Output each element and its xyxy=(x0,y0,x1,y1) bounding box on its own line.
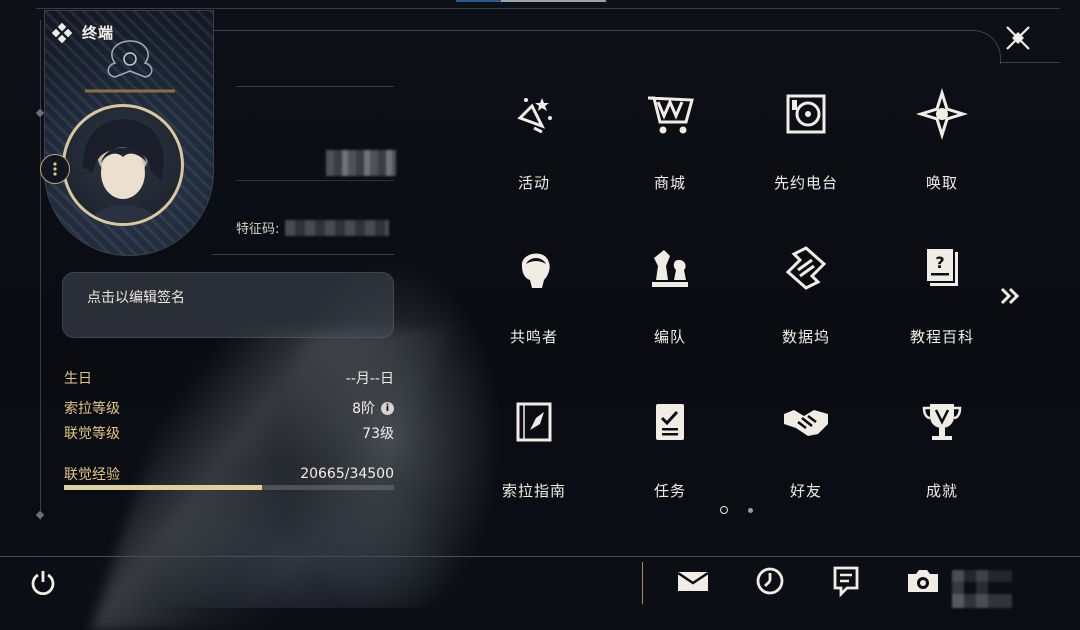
menu-item-resonators[interactable]: 共鸣者 xyxy=(466,236,602,366)
stat-union-exp: 联觉经验 20665/34500 xyxy=(64,464,394,484)
bottom-bar-divider xyxy=(0,556,1080,557)
menu-item-tutorial[interactable]: ? 教程百科 xyxy=(874,236,1010,366)
tutorial-book-icon: ? xyxy=(918,244,966,292)
stat-value: 20665/34500 xyxy=(300,466,394,482)
power-button[interactable] xyxy=(28,568,58,598)
menu-label: 共鸣者 xyxy=(509,328,558,346)
menu-label: 教程百科 xyxy=(909,328,974,346)
menu-label: 先约电台 xyxy=(773,174,838,192)
frame-line xyxy=(1000,62,1060,63)
menu-item-guide[interactable]: 索拉指南 xyxy=(466,390,602,520)
mail-button[interactable] xyxy=(676,564,710,598)
function-grid: 活动 商城 先约电台 唤取 共鸣者 编队 数据坞 ? 教程百科 索拉指南 任务 … xyxy=(466,82,1006,512)
stat-label: 联觉等级 xyxy=(64,426,120,442)
stat-label: 联觉经验 xyxy=(64,467,120,483)
stat-value: 8阶 xyxy=(352,401,375,417)
shop-cart-icon xyxy=(646,90,694,138)
stat-union-level: 联觉等级 73级 xyxy=(64,423,394,443)
menu-label: 成就 xyxy=(925,482,958,500)
menu-item-activity[interactable]: 活动 xyxy=(466,82,602,212)
window-title-text: 终端 xyxy=(82,24,115,42)
page-dot-active[interactable] xyxy=(720,506,728,514)
more-vertical-icon xyxy=(53,162,57,176)
signature-placeholder: 点击以编辑签名 xyxy=(87,290,185,306)
bottom-bar-separator xyxy=(642,562,643,604)
stat-label: 生日 xyxy=(64,371,92,387)
more-options-button[interactable] xyxy=(40,154,70,184)
svg-text:?: ? xyxy=(935,253,944,272)
info-icon[interactable]: i xyxy=(381,401,394,415)
stat-label: 索拉等级 xyxy=(64,401,120,417)
radio-icon xyxy=(782,90,830,138)
double-chevron-right-icon xyxy=(1000,287,1020,305)
frame-curve xyxy=(200,30,1001,64)
quest-checklist-icon xyxy=(646,398,694,446)
avatar[interactable] xyxy=(62,104,184,226)
data-bank-icon xyxy=(782,244,830,292)
notice-button[interactable] xyxy=(829,564,863,598)
uid-value-redacted xyxy=(285,219,390,236)
camera-button[interactable] xyxy=(906,564,940,598)
resonator-icon xyxy=(510,244,558,292)
menu-item-radio[interactable]: 先约电台 xyxy=(738,82,874,212)
avatar-portrait xyxy=(82,118,164,223)
compass-guide-icon xyxy=(510,398,558,446)
clock-button[interactable] xyxy=(753,564,787,598)
menu-item-shop[interactable]: 商城 xyxy=(602,82,738,212)
close-button[interactable] xyxy=(1000,20,1036,56)
activity-icon xyxy=(510,90,558,138)
stat-sol-level: 索拉等级 8阶 i xyxy=(64,398,394,418)
page-dot[interactable] xyxy=(748,507,753,513)
next-page-button[interactable] xyxy=(996,282,1024,310)
menu-item-team[interactable]: 编队 xyxy=(602,236,738,366)
exp-progress-bar xyxy=(64,485,394,490)
stat-value: --月--日 xyxy=(345,371,394,387)
redacted-icon xyxy=(952,570,1012,608)
divider xyxy=(212,254,394,255)
page-indicator xyxy=(720,506,753,514)
window-title: 终端 xyxy=(51,22,115,43)
menu-item-achievements[interactable]: 成就 xyxy=(874,390,1010,520)
menu-label: 活动 xyxy=(517,174,550,192)
notice-icon xyxy=(833,566,859,598)
menu-label: 好友 xyxy=(789,482,822,500)
mail-icon xyxy=(677,571,709,591)
left-rail xyxy=(40,20,41,520)
menu-label: 商城 xyxy=(653,174,686,192)
menu-item-quests[interactable]: 任务 xyxy=(602,390,738,520)
close-icon xyxy=(1006,26,1030,50)
trophy-icon xyxy=(918,398,966,446)
uid-label: 特征码: xyxy=(236,222,280,237)
camera-icon xyxy=(908,570,938,592)
clock-icon xyxy=(756,567,784,595)
uid-row: 特征码: xyxy=(236,218,390,237)
menu-label: 索拉指南 xyxy=(501,482,566,500)
menu-label: 唤取 xyxy=(925,174,958,192)
terminal-diamond-icon xyxy=(51,22,73,43)
stat-value: 73级 xyxy=(362,426,394,442)
exp-progress-fill xyxy=(64,485,262,490)
divider xyxy=(236,180,394,181)
power-icon xyxy=(31,571,55,596)
menu-label: 编队 xyxy=(653,328,686,346)
menu-label: 任务 xyxy=(653,482,686,500)
menu-item-friends[interactable]: 好友 xyxy=(738,390,874,520)
menu-label: 数据坞 xyxy=(781,328,830,346)
handshake-icon xyxy=(782,398,830,446)
divider xyxy=(236,86,394,87)
menu-item-convene[interactable]: 唤取 xyxy=(874,82,1010,212)
menu-item-databank[interactable]: 数据坞 xyxy=(738,236,874,366)
top-indicator xyxy=(456,0,606,2)
convene-star-icon xyxy=(915,87,969,141)
team-chess-icon xyxy=(646,244,694,292)
player-name-redacted xyxy=(326,150,396,176)
signature-field[interactable]: 点击以编辑签名 xyxy=(62,272,394,338)
frame-line xyxy=(36,8,1060,9)
stat-birthday: 生日 --月--日 xyxy=(64,368,394,388)
